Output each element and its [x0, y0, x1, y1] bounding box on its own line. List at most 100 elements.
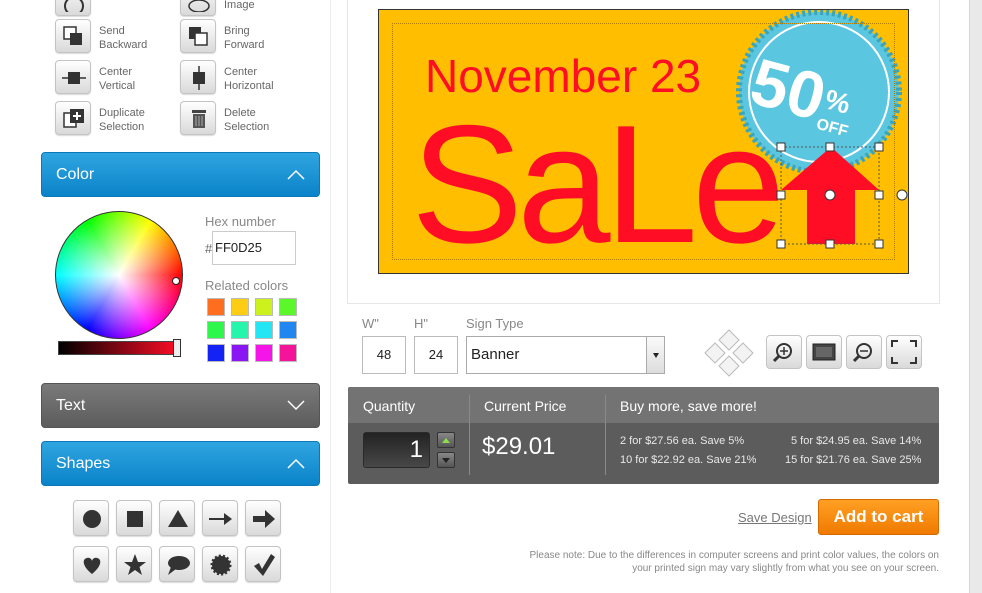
pan-down-icon[interactable] [718, 355, 740, 377]
shape-starburst-button[interactable] [202, 546, 238, 582]
quantity-label: Quantity [363, 398, 416, 414]
trash-icon [192, 110, 206, 128]
safe-zone-border [392, 23, 895, 260]
shape-checkmark-button[interactable] [245, 546, 281, 582]
center-horizontal-icon [193, 66, 205, 90]
chevron-down-icon [287, 400, 305, 411]
starburst-icon [210, 554, 232, 576]
circle-tool-button[interactable] [55, 0, 91, 16]
related-color-swatch[interactable] [207, 321, 225, 339]
width-input[interactable]: 48 [362, 336, 406, 374]
pricing-divider [605, 395, 606, 475]
duplicate-selection-button[interactable] [55, 101, 91, 135]
bring-forward-button[interactable] [180, 19, 216, 53]
related-colors-label: Related colors [205, 278, 289, 293]
arrow-icon [253, 510, 275, 528]
shape-circle-button[interactable] [73, 500, 109, 536]
image-tool-button[interactable] [180, 0, 216, 16]
center-horizontal-button[interactable] [180, 60, 216, 94]
fit-screen-button[interactable] [806, 335, 842, 369]
sign-type-select[interactable]: Banner [466, 336, 665, 374]
shape-square-button[interactable] [116, 500, 152, 536]
shape-speech-bubble-button[interactable] [159, 546, 195, 582]
related-color-swatch[interactable] [207, 344, 225, 362]
circle-tool-icon [64, 0, 84, 12]
hex-label: Hex number [205, 214, 276, 229]
delete-selection-label: Delete Selection [224, 106, 269, 134]
brightness-slider-handle[interactable] [173, 339, 181, 357]
select-dropdown-button[interactable] [646, 337, 664, 373]
checkmark-icon [254, 554, 275, 576]
quantity-input[interactable]: 1 [363, 432, 430, 468]
scrollbar-track[interactable] [969, 0, 982, 593]
zoom-out-icon [852, 343, 872, 363]
delete-selection-button[interactable] [180, 101, 216, 135]
current-price-label: Current Price [484, 398, 567, 414]
image-icon [188, 0, 210, 12]
bring-forward-label-line1: Bring [224, 25, 250, 37]
bring-forward-label: Bring Forward [224, 24, 264, 52]
pan-right-icon[interactable] [732, 342, 754, 364]
shape-star-button[interactable] [116, 546, 152, 582]
quantity-decrement-button[interactable] [437, 452, 455, 468]
related-color-swatch[interactable] [255, 344, 273, 362]
shapes-section-title: Shapes [56, 455, 111, 472]
fullscreen-button[interactable] [886, 335, 922, 369]
color-wheel[interactable] [55, 211, 183, 339]
related-color-swatch[interactable] [231, 298, 249, 316]
sign-type-label: Sign Type [466, 316, 524, 331]
related-color-swatch[interactable] [231, 344, 249, 362]
zoom-in-button[interactable] [766, 335, 802, 369]
caret-down-icon [442, 458, 450, 463]
send-backward-button[interactable] [55, 19, 91, 53]
send-backward-label-line1: Send [99, 25, 125, 37]
deal-15: 15 for $21.76 ea. Save 25% [785, 454, 922, 466]
send-backward-icon [63, 26, 82, 45]
shape-triangle-button[interactable] [159, 500, 195, 536]
text-section-title: Text [56, 397, 86, 414]
center-vertical-button[interactable] [55, 60, 91, 94]
related-color-swatch[interactable] [207, 298, 225, 316]
pan-left-icon[interactable] [704, 342, 726, 364]
related-color-swatch[interactable] [279, 344, 297, 362]
buy-more-label: Buy more, save more! [620, 398, 757, 414]
color-section-header[interactable]: Color [41, 152, 320, 197]
pricing-divider [469, 395, 470, 475]
hex-input[interactable]: FF0D25 [212, 231, 296, 265]
center-vertical-label-line2: Vertical [99, 80, 136, 92]
center-horizontal-label-line2: Horizontal [224, 80, 274, 92]
zoom-out-button[interactable] [846, 335, 882, 369]
shape-thin-arrow-button[interactable] [202, 500, 238, 536]
color-wheel-handle[interactable] [172, 277, 180, 285]
related-color-swatch[interactable] [279, 298, 297, 316]
add-to-cart-button[interactable]: Add to cart [818, 499, 939, 535]
height-label: H" [414, 316, 429, 331]
circle-icon [83, 510, 101, 528]
duplicate-label-line1: Duplicate [99, 107, 145, 119]
duplicate-selection-label: Duplicate Selection [99, 106, 145, 134]
delete-label-line2: Selection [224, 121, 270, 133]
related-color-swatch[interactable] [279, 321, 297, 339]
height-input[interactable]: 24 [414, 336, 458, 374]
brightness-slider[interactable] [58, 341, 180, 355]
star-icon [124, 554, 146, 575]
pan-control[interactable] [703, 328, 755, 378]
deal-10: 10 for $22.92 ea. Save 21% [620, 454, 757, 466]
send-backward-label: Send Backward [99, 24, 147, 52]
related-color-swatch[interactable] [255, 321, 273, 339]
related-color-swatch[interactable] [255, 298, 273, 316]
pan-up-icon[interactable] [718, 329, 740, 351]
center-horizontal-label: Center Horizontal [224, 65, 274, 93]
panel-separator [330, 0, 331, 593]
text-section-header[interactable]: Text [41, 383, 320, 428]
related-color-swatch[interactable] [231, 321, 249, 339]
save-design-link[interactable]: Save Design [738, 510, 812, 525]
shape-heart-button[interactable] [73, 546, 109, 582]
shapes-section-header[interactable]: Shapes [41, 441, 320, 486]
zoom-in-icon [772, 343, 792, 363]
bring-forward-icon [189, 27, 208, 46]
quantity-increment-button[interactable] [437, 432, 455, 448]
shape-arrow-button[interactable] [245, 500, 281, 536]
chevron-up-icon [287, 169, 305, 180]
rotate-handle[interactable] [895, 188, 909, 202]
